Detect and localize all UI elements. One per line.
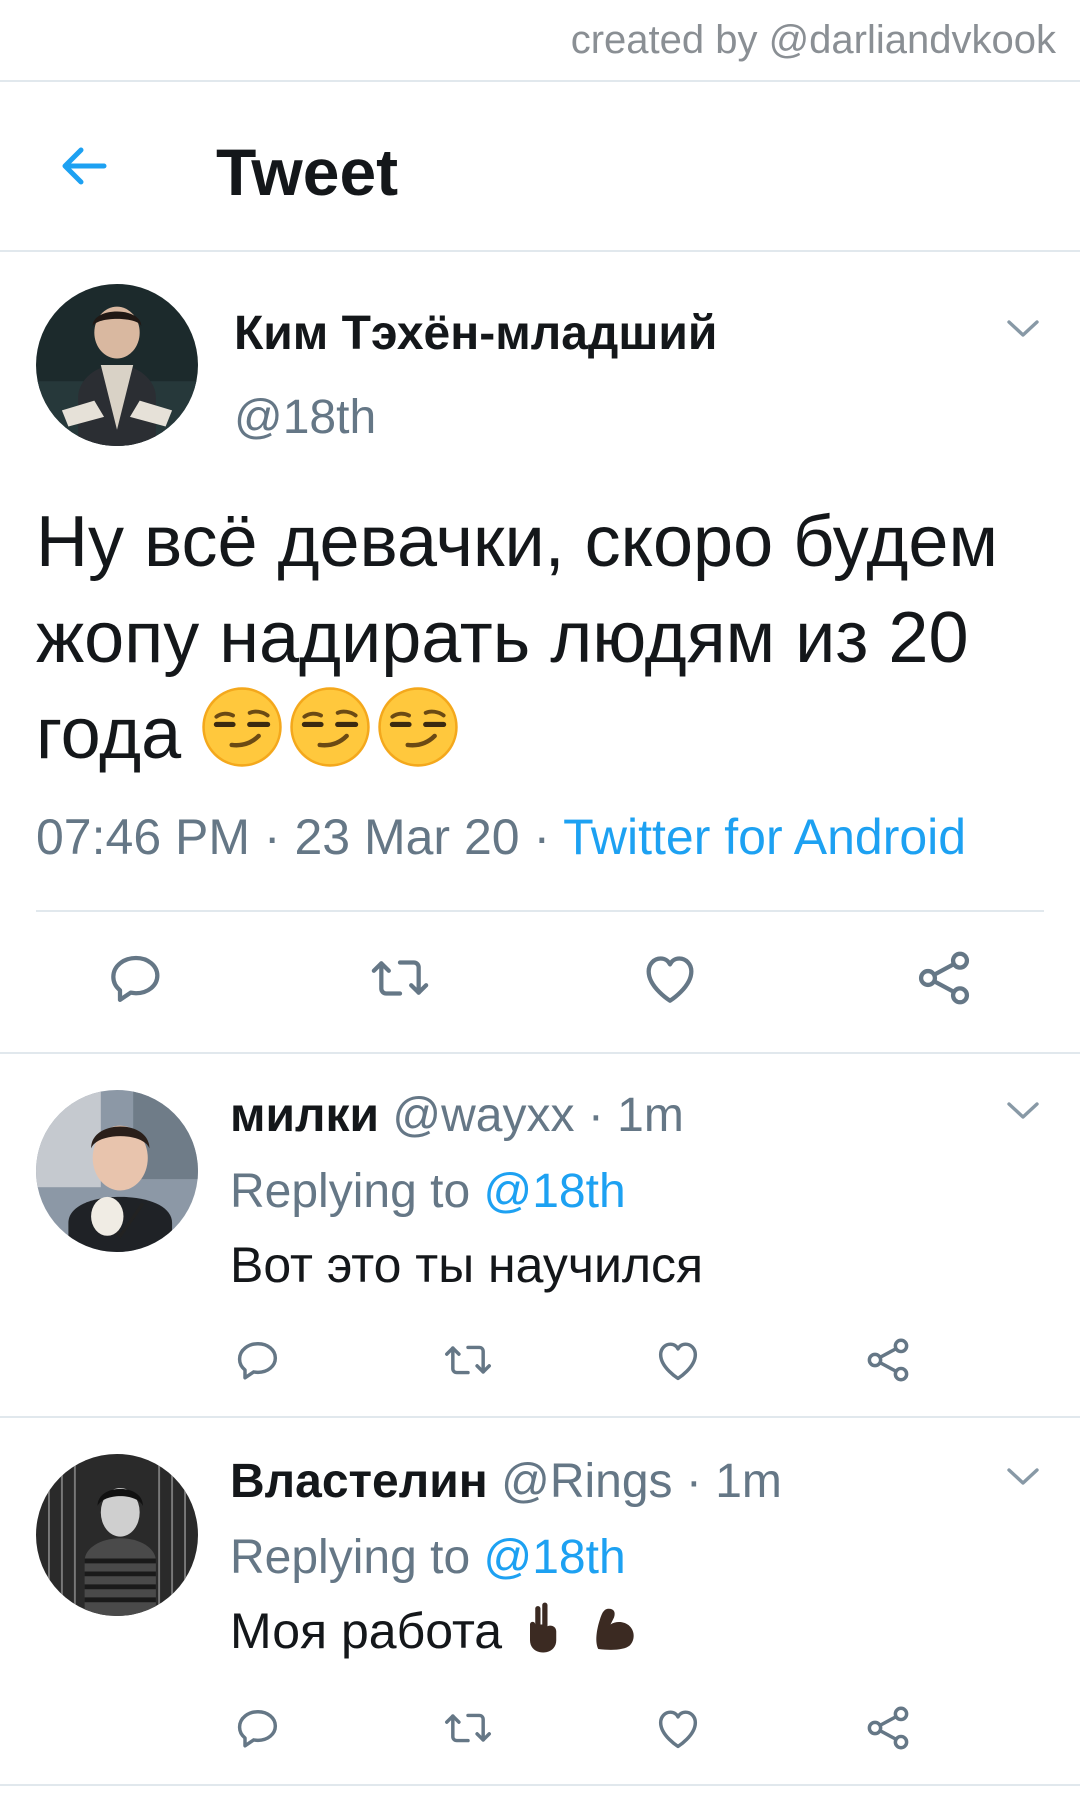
page-title: Tweet <box>216 135 399 209</box>
reply-author-handle[interactable]: @Rings <box>501 1455 672 1508</box>
credit-watermark: created by @darliandvkook <box>570 18 1056 62</box>
reply-time: 1m <box>617 1089 684 1142</box>
like-icon[interactable] <box>638 946 702 1010</box>
reply-author-name[interactable]: Властелин <box>230 1455 488 1508</box>
avatar-photo-icon <box>36 1454 198 1616</box>
share-icon[interactable] <box>862 1702 914 1754</box>
author-name[interactable]: Ким Тэхён-младший <box>234 306 717 361</box>
reply-text: Моя работа <box>230 1603 503 1659</box>
replying-to-handle[interactable]: @18th <box>483 1531 625 1584</box>
reply-icon[interactable] <box>232 1334 284 1386</box>
tweet-text: Ну всё девачки, скоро будем жопу надират… <box>36 494 1046 782</box>
retweet-icon[interactable] <box>368 946 432 1010</box>
tweet-time: 07:46 PM <box>36 809 251 865</box>
chevron-down-icon[interactable] <box>1006 1466 1040 1488</box>
reply-header: Властелин @Rings · 1m <box>230 1455 782 1508</box>
reply-avatar[interactable] <box>36 1454 198 1616</box>
reply-text: Вот это ты научился <box>230 1237 704 1293</box>
tweet-emoji-group <box>201 686 459 768</box>
reply-icon[interactable] <box>104 946 168 1010</box>
retweet-icon[interactable] <box>442 1334 494 1386</box>
tweet-divider <box>0 1052 1080 1054</box>
replying-to-label: Replying to <box>230 1165 471 1218</box>
flexed-biceps-icon <box>596 1608 634 1650</box>
smirking-face-icon <box>201 686 283 768</box>
meta-separator: · <box>519 809 564 865</box>
like-icon[interactable] <box>652 1334 704 1386</box>
chevron-down-icon[interactable] <box>1006 1100 1040 1122</box>
header-divider <box>0 250 1080 252</box>
reply-avatar[interactable] <box>36 1090 198 1252</box>
share-icon[interactable] <box>862 1334 914 1386</box>
app-header: Tweet <box>0 82 1080 250</box>
victory-hand-icon <box>530 1602 557 1653</box>
reply-author-handle[interactable]: @wayxx <box>392 1089 574 1142</box>
retweet-icon[interactable] <box>442 1702 494 1754</box>
smirking-face-icon <box>377 686 459 768</box>
chevron-down-icon[interactable] <box>1006 318 1040 340</box>
meta-separator: · <box>250 809 295 865</box>
tweet-text-body: Ну всё девачки, скоро будем жопу надират… <box>36 502 998 774</box>
back-arrow-icon[interactable] <box>54 136 114 196</box>
avatar-photo-icon <box>36 1090 198 1252</box>
reply-author-name[interactable]: милки <box>230 1089 379 1142</box>
reply-divider <box>0 1784 1080 1786</box>
replying-to-line: Replying to @18th <box>230 1164 626 1219</box>
reply-header: милки @wayxx · 1m <box>230 1089 684 1142</box>
smirking-face-icon <box>289 686 371 768</box>
reply-time: 1m <box>715 1455 782 1508</box>
reply-icon[interactable] <box>232 1702 284 1754</box>
author-handle[interactable]: @18th <box>234 390 376 445</box>
meta-divider <box>36 910 1044 912</box>
tweet-source-link[interactable]: Twitter for Android <box>563 809 966 865</box>
avatar-photo-icon <box>36 284 198 446</box>
replying-to-label: Replying to <box>230 1531 471 1584</box>
reply-divider <box>0 1416 1080 1418</box>
replying-to-line: Replying to @18th <box>230 1530 626 1585</box>
reply-text-line: Моя работа <box>230 1600 642 1660</box>
author-avatar[interactable] <box>36 284 198 446</box>
replying-to-handle[interactable]: @18th <box>483 1165 625 1218</box>
tweet-meta: 07:46 PM · 23 Mar 20 · Twitter for Andro… <box>36 808 966 866</box>
tweet-date: 23 Mar 20 <box>294 809 520 865</box>
like-icon[interactable] <box>652 1702 704 1754</box>
share-icon[interactable] <box>912 946 976 1010</box>
